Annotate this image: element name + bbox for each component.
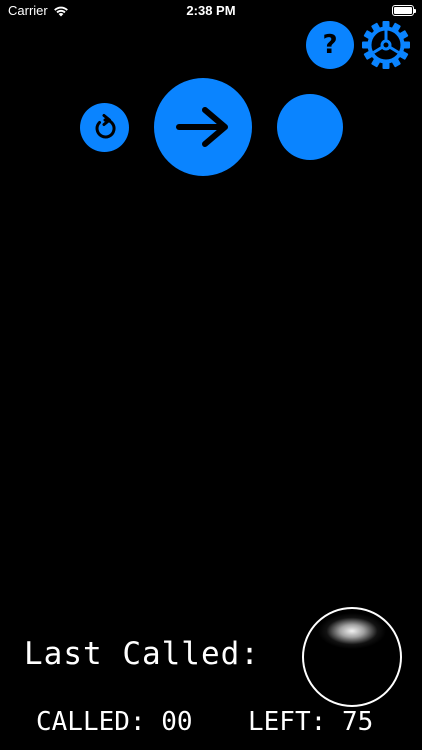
reset-button[interactable] <box>80 103 129 152</box>
help-button[interactable]: ? <box>306 21 354 69</box>
rotate-counterclockwise-icon <box>95 113 116 138</box>
last-called-ball <box>302 607 402 707</box>
status-time: 2:38 PM <box>186 3 236 18</box>
left-count: 75 <box>341 707 374 737</box>
question-mark-icon: ? <box>322 30 338 60</box>
called-count: 00 <box>161 707 193 737</box>
battery-icon <box>392 5 416 16</box>
left-counter: LEFT: 75 <box>248 707 373 737</box>
auto-call-button[interactable] <box>277 94 343 160</box>
called-label: CALLED: <box>36 707 146 737</box>
next-ball-button[interactable] <box>154 78 252 176</box>
last-called-label: Last Called: <box>24 636 260 672</box>
settings-button[interactable] <box>361 20 411 70</box>
battery-fill <box>394 7 412 14</box>
left-label: LEFT: <box>248 707 327 737</box>
called-counter: CALLED: 00 <box>36 707 193 737</box>
status-bar: Carrier 2:38 PM <box>0 0 422 24</box>
arrow-right-icon <box>176 107 228 147</box>
gear-icon <box>362 21 410 69</box>
